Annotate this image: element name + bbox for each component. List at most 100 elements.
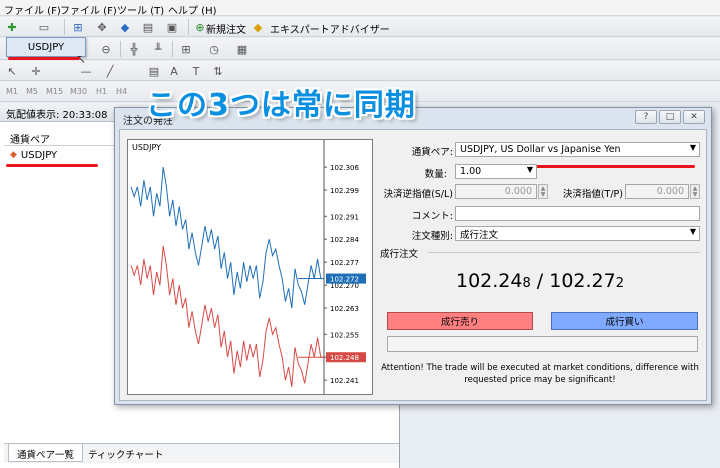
clock-icon[interactable]: ◷ xyxy=(206,41,222,57)
stop-loss-label: 決済逆指値(S/L) xyxy=(383,189,453,200)
chevron-down-icon: ▼ xyxy=(526,165,533,174)
market-execution-title: 成行注文 xyxy=(380,249,419,260)
execution-status-bar xyxy=(387,336,698,352)
bid-price-label: 102.248 xyxy=(330,354,359,362)
market-watch-icon[interactable]: ⊞ xyxy=(70,19,86,35)
expert-advisor-button[interactable]: エキスパートアドバイザー xyxy=(270,21,390,36)
ask-price-label: 102.272 xyxy=(330,276,359,284)
price-separator: / xyxy=(530,270,550,292)
market-watch-row[interactable]: ◆ USDJPY xyxy=(4,147,114,163)
cursor-icon[interactable]: ↖ xyxy=(4,63,20,79)
data-window-icon[interactable]: ◆ xyxy=(117,19,133,35)
market-watch-tabs: 通貨ペア一覧 ティックチャート xyxy=(4,443,399,463)
trendline-icon[interactable]: ╱ xyxy=(102,63,118,79)
toolbar-main: ✚ ▭ ⊞ ✥ ◆ ▤ ▣ ⊕ 新規注文 ◆ エキスパートアドバイザー xyxy=(0,17,720,37)
tester-icon[interactable]: ▣ xyxy=(164,19,180,35)
crosshair-icon[interactable]: ✛ xyxy=(28,63,44,79)
bid-price-pip: 8 xyxy=(522,276,531,291)
volume-value: 1.00 xyxy=(460,166,482,177)
take-profit-spinner[interactable]: ▲ ▼ xyxy=(690,184,700,199)
zoom-out-icon[interactable]: ⊖ xyxy=(98,41,114,57)
group-divider xyxy=(428,252,700,253)
highlight-underline xyxy=(6,164,98,167)
dialog-body: USDJPY 102.306 102.299 102.291 102.284 102.27… xyxy=(119,129,707,401)
toolbar-objects: ↖ ✛ — ╱ ▤ A T ⇅ xyxy=(0,61,720,81)
timeframe-m30[interactable]: M30 xyxy=(70,84,87,98)
timeframe-m5[interactable]: M5 xyxy=(26,84,38,98)
symbol-popup[interactable]: USDJPY xyxy=(6,37,86,57)
menu-help[interactable]: ヘルプ (H) xyxy=(168,2,217,17)
y-tick-label: 102.263 xyxy=(330,305,359,313)
take-profit-input[interactable]: 0.000 xyxy=(625,184,689,199)
candle-chart-icon[interactable]: ╨ xyxy=(150,41,166,57)
tab-tick-chart[interactable]: ティックチャート xyxy=(80,444,171,462)
series-line-ask xyxy=(130,167,324,309)
attention-line-2: requested price may be significant! xyxy=(464,375,616,385)
bid-price: 102.24 xyxy=(455,270,523,292)
series-line-bid xyxy=(130,245,324,387)
symbol-label: 通貨ペア: xyxy=(411,147,453,158)
volume-select[interactable]: 1.00 ▼ xyxy=(455,164,537,179)
navigator-icon[interactable]: ✥ xyxy=(94,19,110,35)
help-icon[interactable]: ? xyxy=(635,110,657,124)
market-execution-group: 成行注文 102.248 / 102.272 成行売り 成行買い Attenti… xyxy=(376,246,704,396)
ask-price-pip: 2 xyxy=(615,276,624,291)
stop-loss-spinner[interactable]: ▲ ▼ xyxy=(538,184,548,199)
fibo-icon[interactable]: ▤ xyxy=(146,63,162,79)
comment-input[interactable] xyxy=(455,206,700,221)
y-tick-label: 102.291 xyxy=(330,213,359,221)
label-icon[interactable]: T xyxy=(188,63,204,79)
symbol-select-value: USDJPY, US Dollar vs Japanise Yen xyxy=(460,144,621,155)
minimize-icon[interactable]: □ xyxy=(659,110,681,124)
toolbar-separator xyxy=(188,19,189,35)
y-tick-label: 102.255 xyxy=(330,331,359,339)
tick-chart: USDJPY 102.306 102.299 102.291 102.284 102.27… xyxy=(127,139,373,395)
price-display: 102.248 / 102.272 xyxy=(376,270,704,292)
toolbar-separator xyxy=(172,41,173,57)
y-tick-label: 102.241 xyxy=(330,377,359,385)
order-type-value: 成行注文 xyxy=(460,229,499,241)
toolbar-separator xyxy=(64,19,65,35)
attention-message: Attention! The trade will be executed at… xyxy=(376,362,704,386)
stop-loss-value: 0.000 xyxy=(504,186,532,197)
comment-label: コメント: xyxy=(411,211,453,222)
terminal-icon[interactable]: ▤ xyxy=(140,19,156,35)
highlight-underline xyxy=(8,57,80,60)
sell-by-market-button[interactable]: 成行売り xyxy=(387,312,533,330)
chevron-down-icon: ▼ xyxy=(689,227,696,236)
bar-chart-icon[interactable]: ╬ xyxy=(126,41,142,57)
order-type-label: 注文種別: xyxy=(411,231,453,242)
annotation-callout: この3つは常に同期 xyxy=(146,88,416,123)
timeframe-m1[interactable]: M1 xyxy=(6,84,18,98)
take-profit-value: 0.000 xyxy=(656,186,684,197)
timeframe-h4[interactable]: H4 xyxy=(116,84,127,98)
chart-title: USDJPY xyxy=(132,143,161,152)
symbol-select[interactable]: USDJPY, US Dollar vs Japanise Yen ▼ xyxy=(455,142,700,157)
order-dialog: 注文の発注 ? □ ✕ USDJPY 102.306 102.299 102.291 1… xyxy=(114,107,712,405)
profiles-icon[interactable]: ▭ xyxy=(36,19,52,35)
new-order-button[interactable]: 新規注文 xyxy=(206,21,246,36)
menu-file-2[interactable]: ファイル (F) xyxy=(60,2,117,17)
expert-advisor-icon[interactable]: ◆ xyxy=(250,19,266,35)
tab-symbols[interactable]: 通貨ペア一覧 xyxy=(8,444,84,462)
indicators-icon[interactable]: ⊞ xyxy=(178,41,194,57)
templates-icon[interactable]: ▦ xyxy=(234,41,250,57)
market-watch-symbol: USDJPY xyxy=(20,149,58,161)
order-type-select[interactable]: 成行注文 ▼ xyxy=(455,226,700,241)
close-icon[interactable]: ✕ xyxy=(683,110,705,124)
timeframe-m15[interactable]: M15 xyxy=(46,84,63,98)
menu-file[interactable]: ファイル (F) xyxy=(4,2,61,17)
market-watch-column-symbol[interactable]: 通貨ペア xyxy=(4,128,124,146)
toolbar-separator xyxy=(120,41,121,57)
arrows-icon[interactable]: ⇅ xyxy=(210,63,226,79)
menu-bar: ファイル (F) ファイル (F) ツール (T) ヘルプ (H) xyxy=(0,0,720,17)
new-chart-icon[interactable]: ✚ xyxy=(4,19,20,35)
buy-by-market-button[interactable]: 成行買い xyxy=(551,312,698,330)
y-tick-label: 102.306 xyxy=(330,164,359,172)
menu-tools[interactable]: ツール (T) xyxy=(117,2,164,17)
take-profit-label: 決済指値(T/P) xyxy=(562,189,623,200)
timeframe-h1[interactable]: H1 xyxy=(96,84,107,98)
stop-loss-input[interactable]: 0.000 xyxy=(455,184,537,199)
volume-label: 数量: xyxy=(424,169,447,180)
text-icon[interactable]: A xyxy=(166,63,182,79)
